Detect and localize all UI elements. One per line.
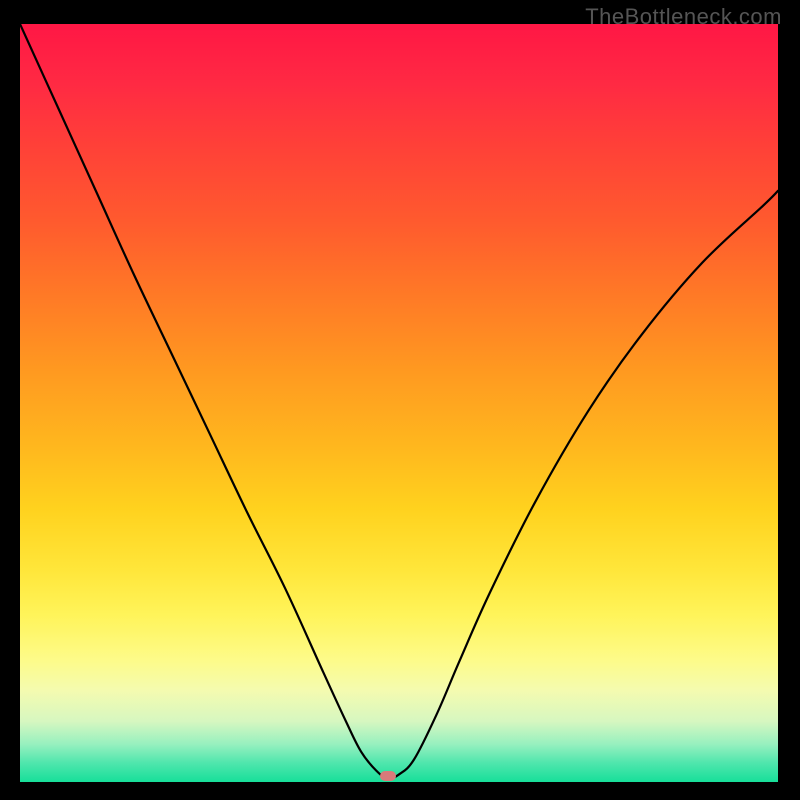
- plot-frame: [20, 24, 778, 782]
- bottleneck-curve: [20, 24, 778, 782]
- plot-area: [20, 24, 778, 782]
- bottom-border: [20, 782, 778, 800]
- optimum-marker: [380, 771, 396, 781]
- watermark-text: TheBottleneck.com: [585, 4, 782, 30]
